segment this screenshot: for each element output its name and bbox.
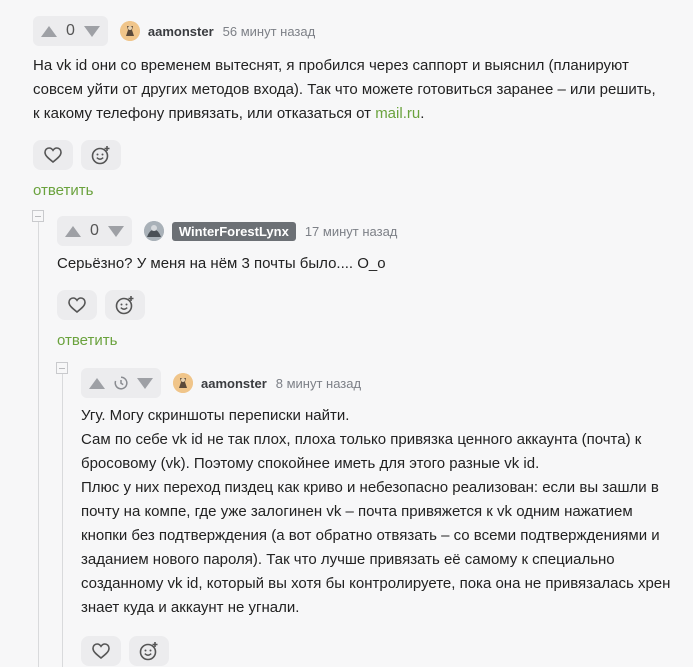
heart-icon xyxy=(68,297,86,313)
emoji-add-icon xyxy=(139,642,158,661)
comment-paragraph: Угу. Могу скриншоты переписки найти. xyxy=(81,407,350,424)
comment-time[interactable]: 8 минут назад xyxy=(276,376,361,391)
heart-icon xyxy=(92,643,110,659)
arrow-down-icon[interactable] xyxy=(107,225,124,237)
arrow-up-icon[interactable] xyxy=(41,25,57,37)
vote-control: 0 xyxy=(57,216,132,246)
comment-score: 0 xyxy=(66,22,75,39)
clock-icon xyxy=(114,376,128,390)
comment: 0 WinterForestLynx 17 минут назад Серьёз… xyxy=(57,216,673,349)
comment-text: Серьёзно? У меня на нём 3 почты было....… xyxy=(57,255,386,272)
add-reaction-button[interactable] xyxy=(105,290,145,320)
collapse-thread-button[interactable] xyxy=(56,362,68,374)
arrow-up-icon[interactable] xyxy=(65,225,81,237)
thread-line-level-2 xyxy=(62,374,63,667)
comment-actions xyxy=(81,636,681,666)
heart-icon xyxy=(44,147,62,163)
comment-time[interactable]: 17 минут назад xyxy=(305,224,398,239)
author-name[interactable]: aamonster xyxy=(148,24,214,39)
author-name[interactable]: WinterForestLynx xyxy=(171,221,296,241)
like-button[interactable] xyxy=(57,290,97,320)
arrow-down-icon[interactable] xyxy=(137,377,153,389)
like-button[interactable] xyxy=(33,140,73,170)
comment: 0 aamonster 56 минут назад На vk id они … xyxy=(33,16,673,199)
vote-control: 0 xyxy=(33,16,108,46)
reply-link[interactable]: ответить xyxy=(33,182,673,199)
add-reaction-button[interactable] xyxy=(81,140,121,170)
arrow-up-icon[interactable] xyxy=(89,377,105,389)
avatar[interactable] xyxy=(173,373,193,393)
emoji-add-icon xyxy=(115,296,134,315)
comment-score: 0 xyxy=(90,222,99,239)
comment-text: Угу. Могу скриншоты переписки найти. Сам… xyxy=(81,404,671,620)
vote-control xyxy=(81,368,161,398)
comment-paragraph: Сам по себе vk id не так плох, плоха тол… xyxy=(81,431,642,472)
comment-header: 0 WinterForestLynx 17 минут назад xyxy=(57,216,673,246)
comment: aamonster 8 минут назад Угу. Могу скринш… xyxy=(81,368,681,666)
comment-header: aamonster 8 минут назад xyxy=(81,368,681,398)
like-button[interactable] xyxy=(81,636,121,666)
arrow-down-icon[interactable] xyxy=(83,25,100,37)
add-reaction-button[interactable] xyxy=(129,636,169,666)
comment-actions xyxy=(33,140,673,170)
collapse-thread-button[interactable] xyxy=(32,210,44,222)
mail-link[interactable]: mail.ru xyxy=(375,105,420,122)
avatar[interactable] xyxy=(119,21,140,41)
comment-paragraph: Плюс у них переход пиздец как криво и не… xyxy=(81,479,671,616)
comment-actions xyxy=(57,290,673,320)
comment-text: На vk id они со временем вытеснят, я про… xyxy=(33,57,656,122)
thread-line-level-1 xyxy=(38,222,39,667)
avatar[interactable] xyxy=(143,221,164,241)
comment-time[interactable]: 56 минут назад xyxy=(223,24,316,39)
reply-link[interactable]: ответить xyxy=(57,332,673,349)
comment-header: 0 aamonster 56 минут назад xyxy=(33,16,673,46)
author-name[interactable]: aamonster xyxy=(201,376,267,391)
emoji-add-icon xyxy=(91,146,110,165)
